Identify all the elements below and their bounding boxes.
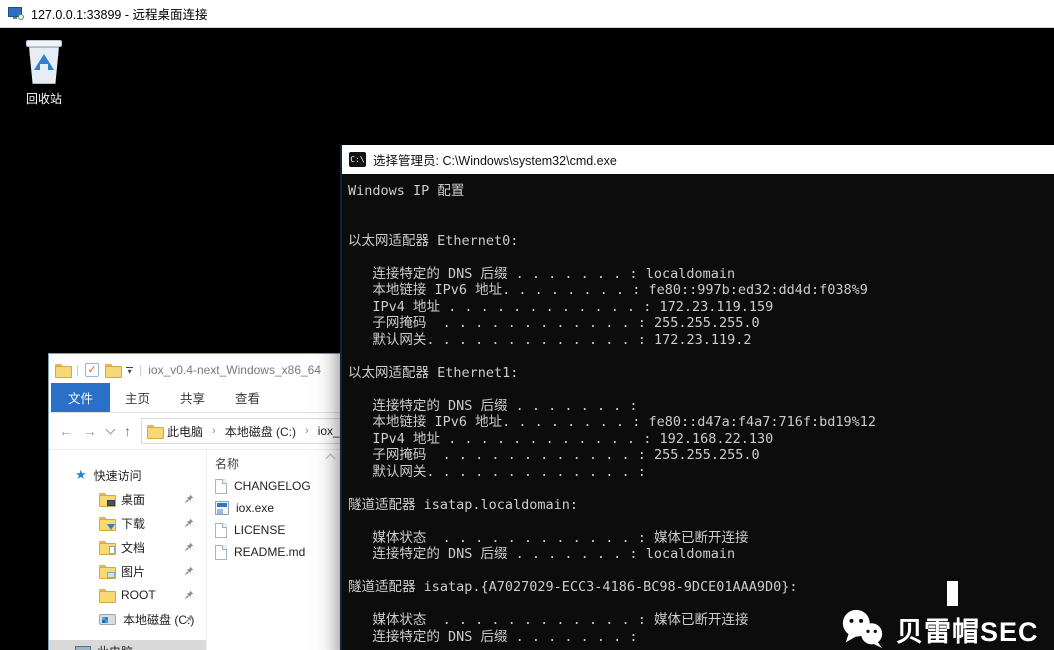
file-name: iox.exe	[236, 501, 274, 515]
sidebar-item-label: 快速访问	[94, 467, 142, 484]
sidebar-item-this-pc[interactable]: 此电脑	[49, 640, 206, 650]
sidebar-item-documents[interactable]: 文档	[49, 535, 206, 559]
sidebar-item-pictures[interactable]: 图片	[49, 559, 206, 583]
pin-icon	[184, 614, 194, 624]
recycle-bin-shortcut[interactable]: 回收站	[12, 38, 76, 107]
tab-file[interactable]: 文件	[51, 383, 110, 412]
recycle-bin-icon	[24, 38, 64, 86]
sidebar-item-downloads[interactable]: 下载	[49, 511, 206, 535]
qat-new-folder-icon[interactable]	[105, 364, 120, 376]
separator: |	[139, 363, 142, 377]
pin-icon	[184, 590, 194, 600]
exe-icon	[215, 501, 229, 515]
local-disk-icon	[99, 614, 116, 625]
this-pc-icon	[75, 646, 90, 650]
tab-share[interactable]: 共享	[165, 383, 220, 412]
downloads-folder-icon	[99, 517, 114, 529]
ipconfig-output: Windows IP 配置 以太网适配器 Ethernet0: 连接特定的 DN…	[348, 183, 1054, 645]
file-name: CHANGELOG	[234, 479, 311, 493]
sort-ascending-chevron-icon	[326, 454, 336, 464]
forward-arrow-icon[interactable]: →	[83, 423, 97, 439]
sidebar-item-desktop[interactable]: 桌面	[49, 487, 206, 511]
cmd-console-output-area[interactable]: Windows IP 配置 以太网适配器 Ethernet0: 连接特定的 DN…	[342, 174, 1054, 650]
separator: |	[76, 363, 79, 377]
pictures-folder-icon	[99, 565, 114, 577]
cmd-window: C:\ 选择管理员: C:\Windows\system32\cmd.exe W…	[340, 145, 1054, 650]
explorer-window-title: iox_v0.4-next_Windows_x86_64	[148, 363, 321, 377]
file-icon	[215, 479, 227, 494]
sidebar-item-label: ROOT	[121, 588, 156, 602]
sidebar-item-label: 下载	[121, 515, 145, 532]
column-header-label: 名称	[215, 457, 239, 471]
file-name: README.md	[234, 545, 305, 559]
tab-home[interactable]: 主页	[110, 383, 165, 412]
qat-check-icon[interactable]: ✓	[85, 363, 99, 377]
pin-icon	[184, 518, 194, 528]
back-arrow-icon[interactable]: ←	[59, 423, 73, 439]
file-name: LICENSE	[234, 523, 285, 537]
remote-desktop-icon	[8, 7, 24, 20]
watermark-text: 贝雷帽SEC	[896, 610, 1039, 649]
pin-icon	[184, 542, 194, 552]
sidebar-item-label: 桌面	[121, 491, 145, 508]
pin-icon	[184, 566, 194, 576]
breadcrumb-this-pc[interactable]: 此电脑	[167, 423, 203, 440]
sidebar-item-label: 文档	[121, 539, 145, 556]
cmd-icon: C:\	[349, 152, 366, 167]
up-arrow-icon[interactable]: ↑	[124, 423, 131, 439]
quick-access-star-icon: ★	[75, 467, 87, 483]
address-folder-icon	[147, 425, 162, 437]
documents-folder-icon	[99, 541, 114, 553]
file-icon	[215, 523, 227, 538]
explorer-sidebar: ★ 快速访问 桌面 下载 文档	[49, 450, 206, 650]
recent-locations-chevron-icon[interactable]	[106, 424, 116, 434]
cmd-titlebar[interactable]: C:\ 选择管理员: C:\Windows\system32\cmd.exe	[342, 145, 1054, 174]
sidebar-item-label: 图片	[121, 563, 145, 580]
tab-view[interactable]: 查看	[220, 383, 275, 412]
breadcrumb-separator: ›	[208, 425, 220, 437]
root-folder-icon	[99, 589, 114, 601]
breadcrumb-local-disk-c[interactable]: 本地磁盘 (C:)	[225, 423, 296, 440]
sidebar-item-quick-access[interactable]: ★ 快速访问	[49, 463, 206, 487]
sidebar-item-label: 此电脑	[97, 643, 133, 650]
breadcrumb-separator: ›	[301, 425, 313, 437]
watermark: 贝雷帽SEC	[840, 608, 1039, 650]
wechat-icon	[840, 608, 886, 650]
desktop[interactable]: 回收站 | ✓ ▾ | iox_v0.4-next_Windows_x86_64…	[0, 28, 1054, 650]
pin-icon	[184, 494, 194, 504]
watermark-cursor-bar	[947, 581, 958, 606]
recycle-bin-label: 回收站	[12, 90, 76, 107]
qat-customize-dropdown-icon[interactable]: ▾	[126, 365, 133, 374]
sidebar-item-local-disk-c[interactable]: 本地磁盘 (C:)	[49, 607, 206, 631]
rdp-connection-bar: 127.0.0.1:33899 - 远程桌面连接	[0, 0, 1054, 28]
explorer-window-icon	[55, 364, 70, 376]
rdp-title: 127.0.0.1:33899 - 远程桌面连接	[31, 4, 207, 23]
cmd-window-title: 选择管理员: C:\Windows\system32\cmd.exe	[373, 150, 617, 169]
sidebar-item-root[interactable]: ROOT	[49, 583, 206, 607]
desktop-folder-icon	[99, 493, 114, 505]
file-icon	[215, 545, 227, 560]
